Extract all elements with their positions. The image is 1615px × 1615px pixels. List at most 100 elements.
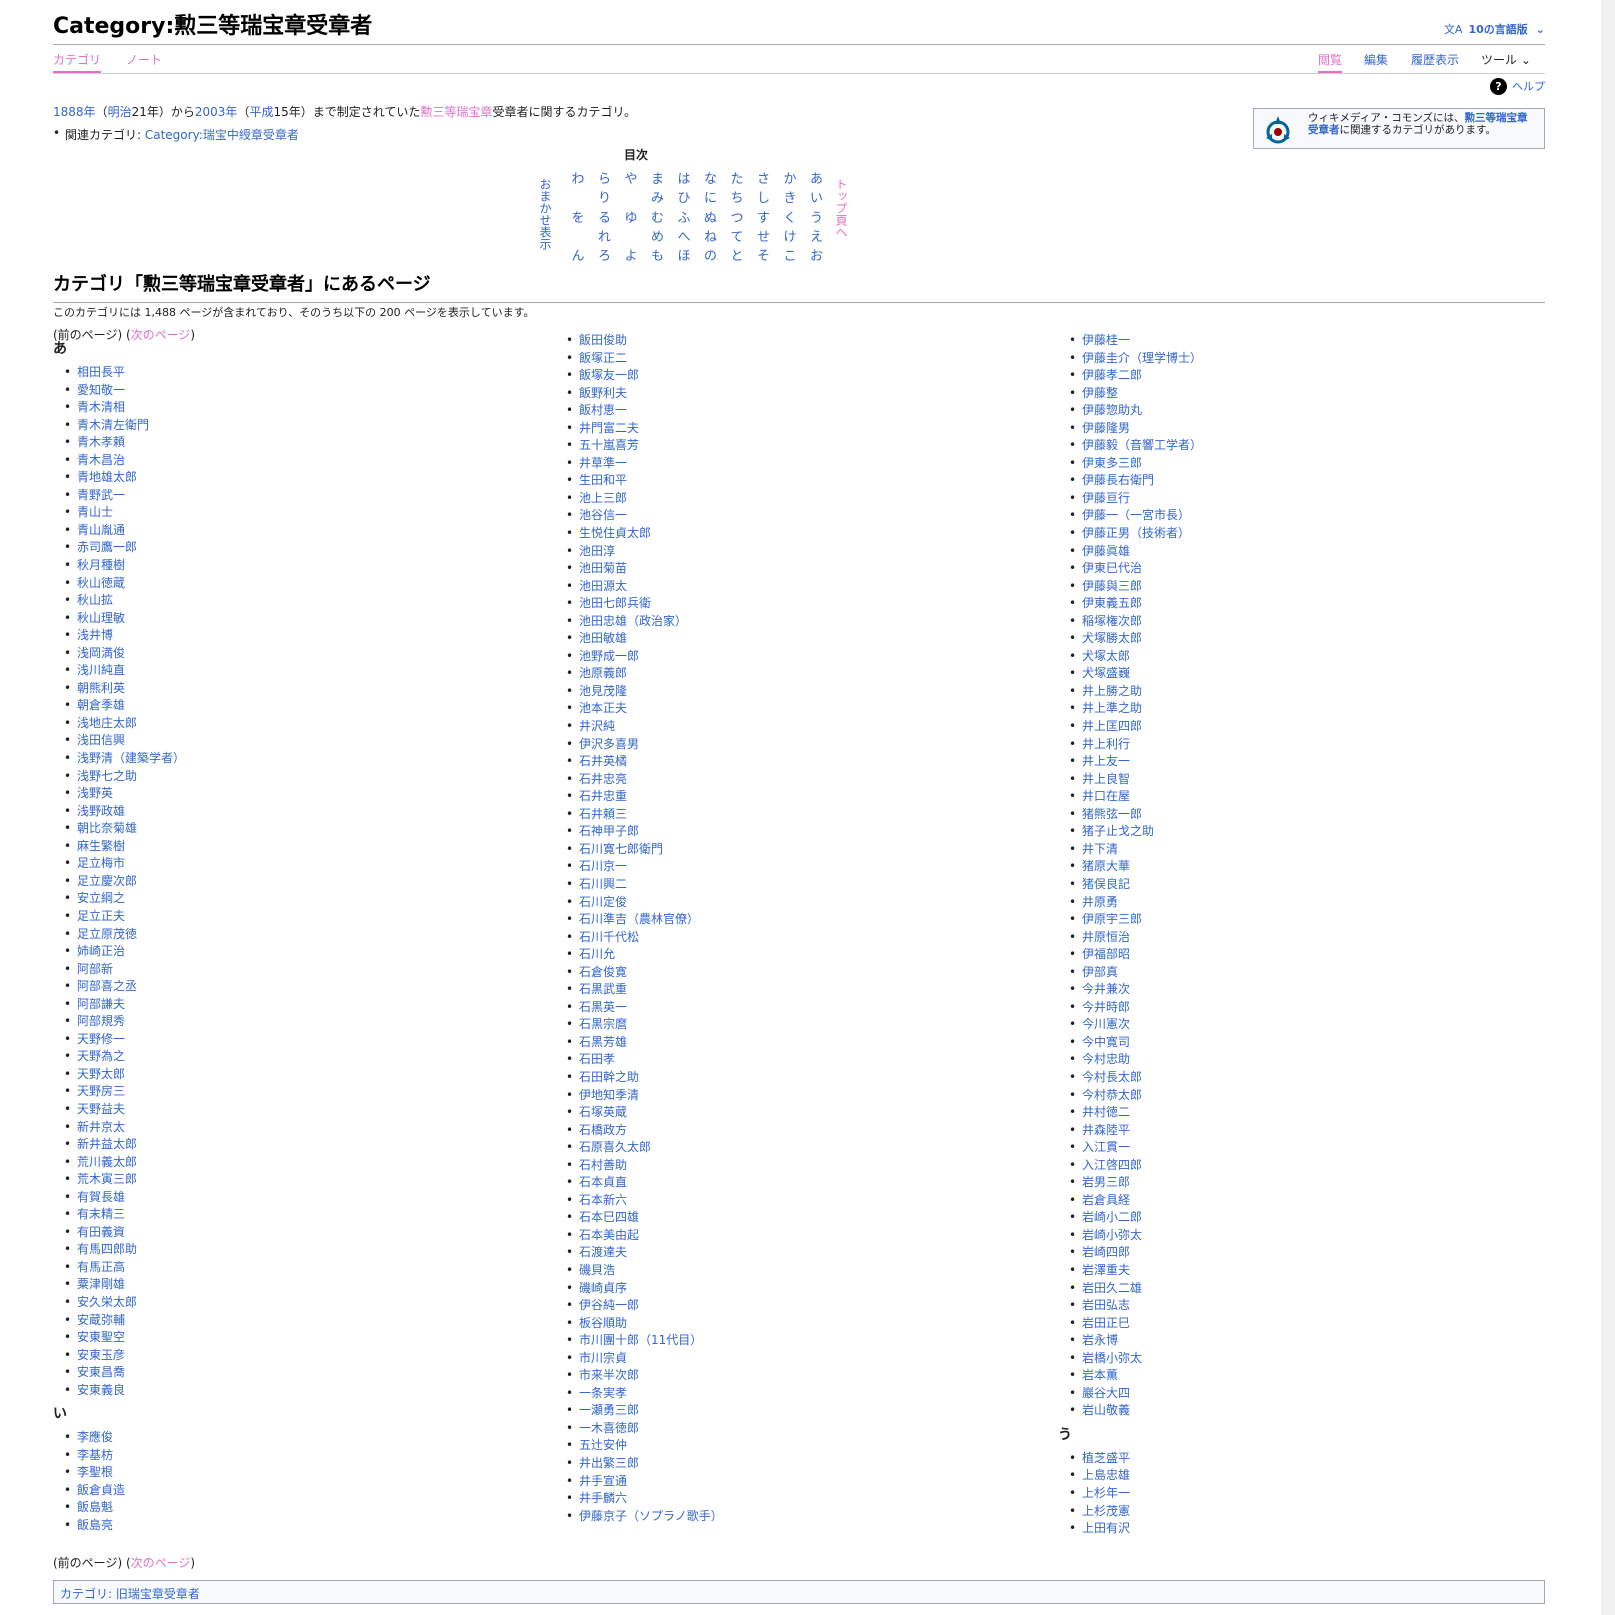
page-link[interactable]: 青山士 xyxy=(53,504,533,522)
page-link[interactable]: 井上匡四郎 xyxy=(1058,718,1538,736)
page-link[interactable]: 有馬四郎助 xyxy=(53,1241,533,1259)
page-link[interactable]: 上杉茂憲 xyxy=(1058,1503,1538,1521)
page-link[interactable]: 李應俊 xyxy=(53,1429,533,1447)
page-link[interactable]: 井上勝之助 xyxy=(1058,683,1538,701)
page-link[interactable]: 岩田久二雄 xyxy=(1058,1280,1538,1298)
page-link[interactable]: 今川憲次 xyxy=(1058,1016,1538,1034)
page-link[interactable]: 石川寛七郎衛門 xyxy=(555,841,1035,859)
page-link[interactable]: 岩崎小弥太 xyxy=(1058,1227,1538,1245)
page-link[interactable]: 岩田弘志 xyxy=(1058,1297,1538,1315)
page-link[interactable]: 井口在屋 xyxy=(1058,788,1538,806)
page-link[interactable]: 石神甲子郎 xyxy=(555,823,1035,841)
page-link[interactable]: 磯崎貞序 xyxy=(555,1280,1035,1298)
page-link[interactable]: 井出繁三郎 xyxy=(555,1455,1035,1473)
toc-kana-link[interactable]: ん xyxy=(570,245,586,264)
page-link[interactable]: 足立梅市 xyxy=(53,855,533,873)
page-link[interactable]: 五十嵐喜芳 xyxy=(555,437,1035,455)
page-link[interactable]: 井手麟六 xyxy=(555,1490,1035,1508)
page-link[interactable]: 石本美由起 xyxy=(555,1227,1035,1245)
page-link[interactable]: 麻生繁樹 xyxy=(53,838,533,856)
page-link[interactable]: 市川宗貞 xyxy=(555,1350,1035,1368)
page-link[interactable]: 石橋政方 xyxy=(555,1122,1035,1140)
page-link[interactable]: 浅野清（建築学者） xyxy=(53,750,533,768)
page-link[interactable]: 池田忠雄（政治家） xyxy=(555,613,1035,631)
toc-kana-link[interactable]: と xyxy=(729,245,745,264)
page-link[interactable]: 岩永博 xyxy=(1058,1332,1538,1350)
top-page-link[interactable]: トップ頁へ xyxy=(834,178,848,238)
toc-kana-link[interactable]: れ xyxy=(597,226,613,245)
toc-kana-link[interactable]: ふ xyxy=(676,207,692,226)
tab-read[interactable]: 閲覧 xyxy=(1318,51,1343,73)
page-link[interactable]: 伊藤與三郎 xyxy=(1058,578,1538,596)
page-link[interactable]: 赤司鷹一郎 xyxy=(53,539,533,557)
toc-kana-link[interactable]: ほ xyxy=(676,245,692,264)
page-link[interactable]: 池田敏雄 xyxy=(555,630,1035,648)
page-link[interactable]: 石原喜久太郎 xyxy=(555,1139,1035,1157)
toc-kana-link[interactable]: え xyxy=(809,226,825,245)
page-link[interactable]: 青野武一 xyxy=(53,487,533,505)
page-link[interactable]: 五辻安仲 xyxy=(555,1437,1035,1455)
page-link[interactable]: 伊藤孝二郎 xyxy=(1058,367,1538,385)
page-link[interactable]: 岩崎小二郎 xyxy=(1058,1209,1538,1227)
page-link[interactable]: 安東玉彦 xyxy=(53,1347,533,1365)
page-link[interactable]: 愛知敬一 xyxy=(53,382,533,400)
page-link[interactable]: 岩男三郎 xyxy=(1058,1174,1538,1192)
page-link[interactable]: 一瀬勇三郎 xyxy=(555,1402,1035,1420)
page-link[interactable]: 浅野英 xyxy=(53,785,533,803)
era-link-meiji[interactable]: 明治 xyxy=(108,105,132,119)
page-link[interactable]: 犬塚太郎 xyxy=(1058,648,1538,666)
toc-kana-link[interactable]: ひ xyxy=(676,187,692,206)
page-link[interactable]: 有賀長雄 xyxy=(53,1189,533,1207)
page-link[interactable]: 天野益夫 xyxy=(53,1101,533,1119)
page-link[interactable]: 飯塚正二 xyxy=(555,350,1035,368)
toc-kana-link[interactable]: も xyxy=(650,245,666,264)
catlinks-label[interactable]: カテゴリ: xyxy=(60,1587,116,1601)
page-link[interactable]: 荒川義太郎 xyxy=(53,1154,533,1172)
scrollbar[interactable] xyxy=(1601,0,1615,1615)
page-link[interactable]: 岩崎四郎 xyxy=(1058,1244,1538,1262)
page-link[interactable]: 石川興二 xyxy=(555,876,1035,894)
tab-category[interactable]: カテゴリ xyxy=(53,51,102,73)
page-link[interactable]: 伊藤亘行 xyxy=(1058,490,1538,508)
page-link[interactable]: 井原勇 xyxy=(1058,894,1538,912)
page-link[interactable]: 足立正夫 xyxy=(53,908,533,926)
page-link[interactable]: 石塚英蔵 xyxy=(555,1104,1035,1122)
page-link[interactable]: 井沢純 xyxy=(555,718,1035,736)
toc-kana-link[interactable]: み xyxy=(650,187,666,206)
page-link[interactable]: 朝熊利英 xyxy=(53,680,533,698)
language-button[interactable]: 文A 10の言語版 ⌄ xyxy=(1444,21,1545,37)
toc-kana-link[interactable]: ぬ xyxy=(703,207,719,226)
page-link[interactable]: 伊藤桂一 xyxy=(1058,332,1538,350)
page-link[interactable]: 浅岡満俊 xyxy=(53,645,533,663)
toc-kana-link[interactable]: し xyxy=(756,187,772,206)
page-link[interactable]: 伊藤長右衛門 xyxy=(1058,472,1538,490)
page-link[interactable]: 相田長平 xyxy=(53,364,533,382)
page-link[interactable]: 石井忠亮 xyxy=(555,771,1035,789)
page-link[interactable]: 植芝盛平 xyxy=(1058,1450,1538,1468)
page-link[interactable]: 秋山徳蔵 xyxy=(53,575,533,593)
toc-kana-link[interactable]: た xyxy=(729,168,745,187)
page-link[interactable]: 荒木寅三郎 xyxy=(53,1171,533,1189)
toc-kana-link[interactable]: や xyxy=(623,168,639,187)
page-link[interactable]: 阿部新 xyxy=(53,961,533,979)
page-link[interactable]: 浅川純直 xyxy=(53,662,533,680)
page-link[interactable]: 有田義資 xyxy=(53,1224,533,1242)
page-link[interactable]: 石川京一 xyxy=(555,858,1035,876)
page-link[interactable]: 市来半次郎 xyxy=(555,1367,1035,1385)
page-link[interactable]: 上田有沢 xyxy=(1058,1520,1538,1538)
page-link[interactable]: 岩山敬義 xyxy=(1058,1402,1538,1420)
toc-kana-link[interactable]: な xyxy=(703,168,719,187)
page-link[interactable]: 浅野政雄 xyxy=(53,803,533,821)
page-link[interactable]: 青木清相 xyxy=(53,399,533,417)
toc-kana-link[interactable]: つ xyxy=(729,207,745,226)
toc-kana-link[interactable]: さ xyxy=(756,168,772,187)
toc-kana-link[interactable]: る xyxy=(597,207,613,226)
page-link[interactable]: 石川準吉（農林官僚） xyxy=(555,911,1035,929)
page-link[interactable]: 今村長太郎 xyxy=(1058,1069,1538,1087)
page-link[interactable]: 李聖根 xyxy=(53,1464,533,1482)
page-link[interactable]: 阿部喜之丞 xyxy=(53,978,533,996)
page-link[interactable]: 池田源太 xyxy=(555,578,1035,596)
page-link[interactable]: 青木昌治 xyxy=(53,452,533,470)
page-link[interactable]: 石田幹之助 xyxy=(555,1069,1035,1087)
toc-kana-link[interactable]: よ xyxy=(623,245,639,264)
